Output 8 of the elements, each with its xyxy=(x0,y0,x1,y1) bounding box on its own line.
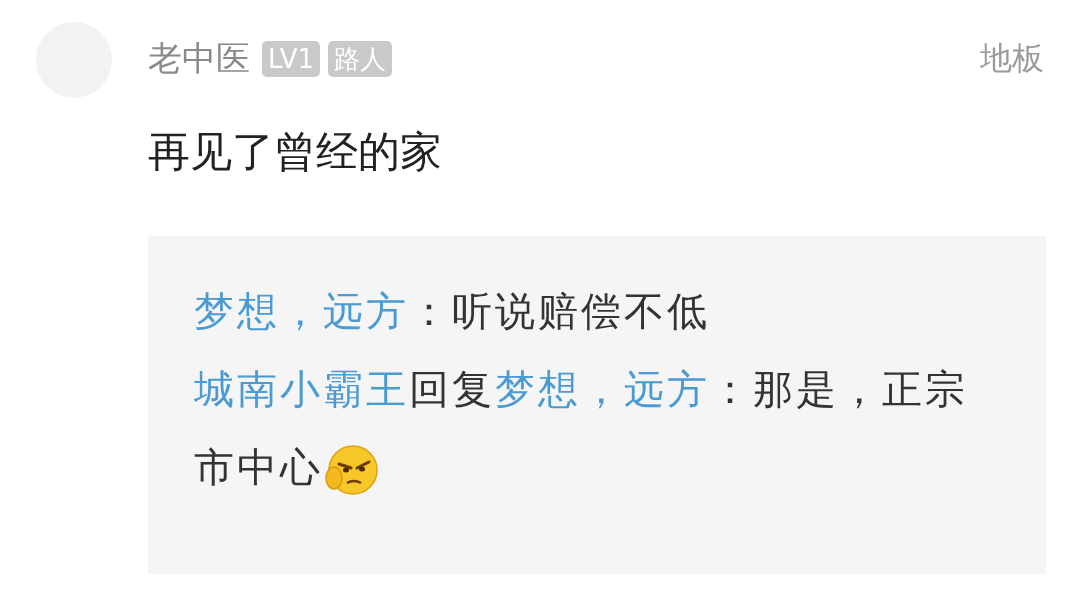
reply-text: 梦想，远方：听说赔偿不低 xyxy=(194,287,711,336)
user-link[interactable]: 梦想，远方 xyxy=(194,288,409,334)
user-link[interactable]: 城南小霸王 xyxy=(194,366,409,412)
user-link[interactable]: 梦想，远方 xyxy=(495,366,710,412)
floor-label: 地板 xyxy=(980,38,1044,79)
reply-text: 城南小霸王回复梦想，远方：那是，正宗市中心 xyxy=(194,350,1002,506)
post-content: 再见了曾经的家 xyxy=(148,126,443,178)
author-name[interactable]: 老中医 xyxy=(148,36,250,82)
